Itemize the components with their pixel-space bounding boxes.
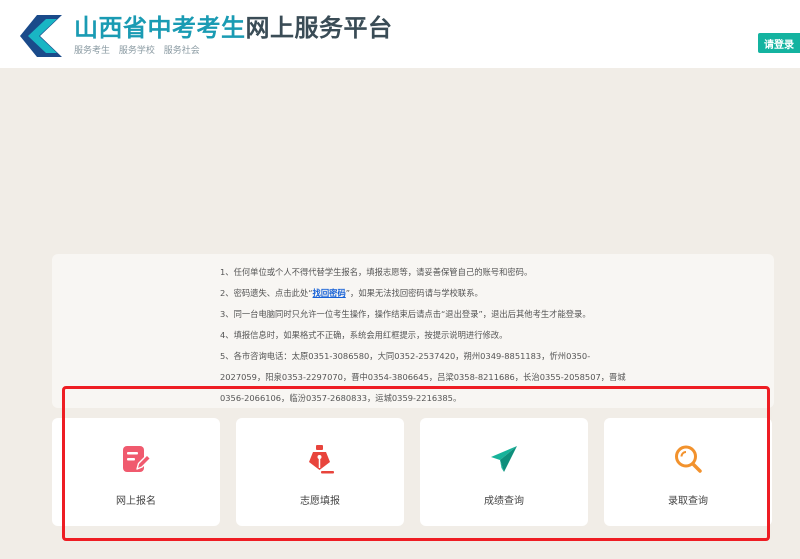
notice-item: 0356-2066106，临汾0357-2680833，运城0359-22163…: [220, 393, 462, 403]
site-title-part1: 山西省中考考生: [74, 14, 246, 42]
card-label: 志愿填报: [300, 496, 340, 507]
score-query-card[interactable]: 成绩查询: [420, 418, 588, 526]
notice-item: 2、密码遗失、点击此处“找回密码”，如果无法找回密码请与学校联系。: [220, 283, 660, 304]
recover-password-link[interactable]: 找回密码: [313, 288, 346, 298]
notice-item: 1、任何单位或个人不得代替学生报名，填报志愿等，请妥善保管自己的账号和密码。: [220, 267, 533, 277]
notice-list: 1、任何单位或个人不得代替学生报名，填报志愿等，请妥善保管自己的账号和密码。 2…: [220, 262, 660, 409]
header: 山西省中考考生网上服务平台 服务考生 服务学校 服务社会 请登录: [0, 0, 800, 68]
search-icon: [675, 445, 702, 473]
volunteer-filling-card[interactable]: 志愿填报: [236, 418, 404, 526]
site-title-part2: 网上服务平台: [245, 14, 393, 42]
notice-item: 3、同一台电脑同时只允许一位考生操作，操作结束后请点击“退出登录”，退出后其他考…: [220, 309, 591, 319]
card-label: 网上报名: [116, 496, 156, 507]
notice-panel: 1、任何单位或个人不得代替学生报名，填报志愿等，请妥善保管自己的账号和密码。 2…: [52, 254, 774, 408]
site-title: 山西省中考考生网上服务平台: [74, 14, 393, 42]
notice-item: 4、填报信息时，如果格式不正确，系统会用红框提示，按提示说明进行修改。: [220, 330, 508, 340]
site-subtitle: 服务考生 服务学校 服务社会: [74, 46, 200, 56]
logo-icon: [20, 15, 62, 57]
online-registration-card[interactable]: 网上报名: [52, 418, 220, 526]
notice-item: 2027059，阳泉0353-2297070，晋中0354-3806645，吕梁…: [220, 372, 626, 382]
notice-item: 5、各市咨询电话：太原0351-3086580，大同0352-2537420，朔…: [220, 351, 591, 361]
paper-plane-icon: [491, 446, 517, 472]
login-button[interactable]: 请登录: [758, 33, 800, 53]
pen-nib-icon: [309, 445, 334, 474]
notice-text: 2、密码遗失、点击此处“: [220, 288, 313, 298]
notice-text: ”，如果无法找回密码请与学校联系。: [345, 288, 483, 298]
service-cards: 网上报名 志愿填报 成绩查询 录取查询: [52, 418, 800, 526]
card-label: 录取查询: [668, 496, 708, 507]
admission-query-card[interactable]: 录取查询: [604, 418, 772, 526]
edit-icon: [123, 446, 151, 472]
card-label: 成绩查询: [484, 496, 524, 507]
